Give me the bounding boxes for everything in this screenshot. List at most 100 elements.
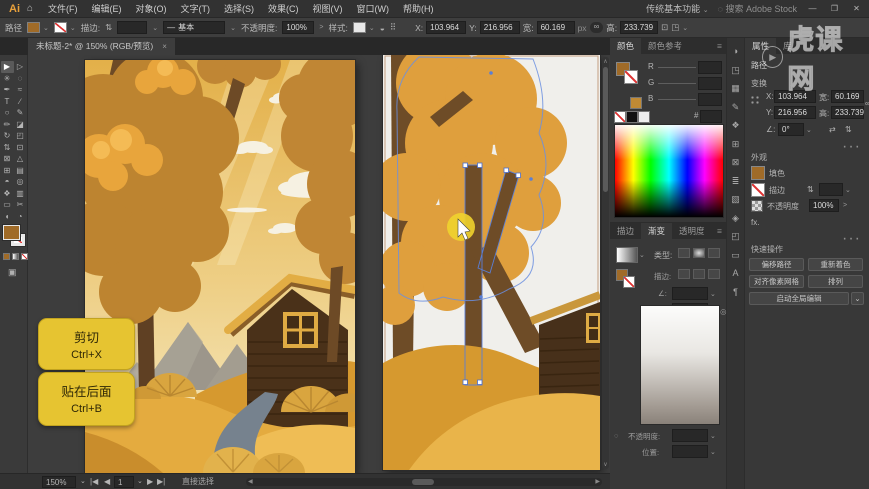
height-input[interactable]: 233.739 xyxy=(620,21,658,34)
tool-gradient[interactable]: ▤ xyxy=(14,165,27,177)
document-tab[interactable]: 未标题-2* @ 150% (RGB/预览) × xyxy=(28,38,175,55)
tab-color[interactable]: 颜色 xyxy=(610,38,641,54)
appearance-stroke-swatch[interactable] xyxy=(751,183,765,197)
character-panel-icon[interactable]: A xyxy=(732,268,738,278)
align-panel-icon[interactable]: ≣ xyxy=(732,176,740,186)
arrange-button[interactable]: 排列 xyxy=(808,275,863,288)
angle-input[interactable] xyxy=(672,287,708,300)
prev-artboard-icon[interactable]: ◀ xyxy=(104,476,110,488)
tool-ellipse[interactable]: ○ xyxy=(1,107,14,119)
freeform-gradient-button[interactable] xyxy=(708,248,720,258)
workspace-switcher[interactable]: 传统基本功能 ⌄ xyxy=(646,2,708,15)
tool-lasso[interactable]: ◌ xyxy=(14,73,27,85)
tool-paintbrush[interactable]: ✎ xyxy=(14,107,27,119)
transform-options-icon[interactable]: ⊡ xyxy=(661,22,668,33)
fx-button[interactable]: fx. xyxy=(751,218,759,227)
tool-scale[interactable]: ◰ xyxy=(14,130,27,142)
radial-gradient-button[interactable] xyxy=(693,248,705,258)
tool-rotate[interactable]: ↻ xyxy=(1,130,14,142)
artboard-dropdown-icon[interactable]: ⌄ xyxy=(137,476,143,488)
slider-r[interactable] xyxy=(658,67,696,68)
tool-pen[interactable]: ✒ xyxy=(1,84,14,96)
panel-menu-icon[interactable]: ≡ xyxy=(717,38,726,54)
eyedropper-icon[interactable]: ◌ xyxy=(614,431,618,440)
tool-width[interactable]: ⇅ xyxy=(1,142,14,154)
prop-opacity-label[interactable]: 不透明度 xyxy=(767,201,799,212)
tool-perspective-grid[interactable]: △ xyxy=(14,153,27,165)
prop-w-input[interactable]: 60.169 xyxy=(831,90,864,103)
asset-export-panel-icon[interactable]: ◰ xyxy=(731,231,740,241)
brush-definition-dropdown[interactable]: — 基本 xyxy=(163,21,225,34)
menu-view[interactable]: 视图(V) xyxy=(306,2,350,15)
artboards-panel-icon[interactable]: ▭ xyxy=(731,250,740,260)
stroke-stepper-icon[interactable]: ⇅ xyxy=(807,185,814,194)
fill-type-gradient[interactable] xyxy=(12,253,19,260)
recolor-button[interactable]: 重新着色 xyxy=(808,258,863,271)
flip-horizontal-icon[interactable]: ⇄ xyxy=(829,125,836,134)
transform-panel-icon[interactable]: ⊞ xyxy=(732,139,740,149)
prop-angle-input[interactable]: 0° xyxy=(778,123,804,136)
color-spectrum[interactable] xyxy=(614,124,724,218)
tool-column-graph[interactable]: ▥ xyxy=(14,188,27,200)
tab-properties[interactable]: 属性 xyxy=(745,38,776,54)
appearance-fill-swatch[interactable] xyxy=(751,166,765,180)
paragraph-panel-icon[interactable]: ¶ xyxy=(733,287,738,297)
tool-curvature[interactable]: ≈ xyxy=(14,84,27,96)
control-grid-icon[interactable]: ⠿ xyxy=(390,22,396,33)
global-edit-button[interactable]: 启动全局编辑 xyxy=(749,292,849,305)
menu-select[interactable]: 选择(S) xyxy=(217,2,261,15)
opacity-input[interactable]: 100% xyxy=(282,21,314,34)
x-input[interactable]: 103.964 xyxy=(426,21,466,34)
style-dropdown[interactable]: ⌄ xyxy=(353,22,375,33)
restore-button[interactable]: ❐ xyxy=(828,4,841,13)
tool-zoom[interactable]: ◔ xyxy=(14,211,27,223)
scroll-down-icon[interactable]: ∨ xyxy=(602,461,609,468)
none-swatch[interactable] xyxy=(614,111,626,123)
opacity-options-icon[interactable]: > xyxy=(319,24,323,31)
symbols-panel-icon[interactable]: ❖ xyxy=(731,120,739,130)
artboard-number[interactable]: 1 xyxy=(114,476,134,488)
white-swatch[interactable] xyxy=(638,111,650,123)
tab-color-guide[interactable]: 颜色参考 xyxy=(641,38,689,54)
vertical-scrollbar[interactable]: ∧ ∨ xyxy=(602,57,609,469)
gradient-slider-preview[interactable] xyxy=(640,305,720,425)
stroke-across-button[interactable] xyxy=(708,269,720,279)
tool-symbol-sprayer[interactable]: ❖ xyxy=(1,188,14,200)
scroll-right-icon[interactable]: ▶ xyxy=(595,478,600,486)
prop-y-input[interactable]: 216.956 xyxy=(774,106,816,119)
tool-direct-selection[interactable]: ▷ xyxy=(14,61,27,73)
link-icon[interactable]: ∞ xyxy=(865,99,869,108)
image-trace-panel-icon[interactable]: ▧ xyxy=(731,194,740,204)
reference-point-selector[interactable] xyxy=(749,94,761,106)
menu-window[interactable]: 窗口(W) xyxy=(350,2,397,15)
value-r[interactable] xyxy=(698,61,722,74)
menu-type[interactable]: 文字(T) xyxy=(174,2,218,15)
offset-path-button[interactable]: 偏移路径 xyxy=(749,258,804,271)
opacity-options-icon[interactable]: > xyxy=(843,202,847,209)
menu-edit[interactable]: 编辑(E) xyxy=(85,2,129,15)
zoom-dropdown-icon[interactable]: ⌄ xyxy=(80,476,86,488)
layers-panel-icon[interactable]: ◈ xyxy=(732,213,739,223)
last-artboard-icon[interactable]: ▶| xyxy=(157,476,165,488)
zoom-level[interactable]: 150% xyxy=(42,476,76,488)
vertical-scroll-thumb[interactable] xyxy=(603,67,608,192)
panel-menu-icon[interactable]: ≡ xyxy=(717,223,726,239)
menu-object[interactable]: 对象(O) xyxy=(129,2,174,15)
fill-type-color[interactable] xyxy=(3,253,10,260)
color-panel-icon[interactable]: ◑ xyxy=(733,46,738,56)
value-g[interactable] xyxy=(698,77,722,90)
more-options-icon[interactable]: ··· xyxy=(842,230,861,248)
stock-search[interactable]: ◌ 搜索 Adobe Stock xyxy=(718,2,797,15)
close-button[interactable]: ✕ xyxy=(850,4,863,13)
tool-eraser[interactable]: ◪ xyxy=(14,119,27,131)
tool-pencil[interactable]: ✏ xyxy=(1,119,14,131)
align-options-icon[interactable]: ◳ xyxy=(671,22,679,33)
horizontal-scrollbar[interactable]: ◀ ▶ xyxy=(246,478,602,486)
minimize-button[interactable]: — xyxy=(806,4,819,13)
tool-magic-wand[interactable]: ✳ xyxy=(1,73,14,85)
stroke-within-button[interactable] xyxy=(678,269,690,279)
tool-free-transform[interactable]: ⊡ xyxy=(14,142,27,154)
brushes-panel-icon[interactable]: ✎ xyxy=(732,102,740,112)
stroke-weight-input[interactable] xyxy=(117,21,147,34)
tool-selection[interactable]: ▶ xyxy=(1,61,14,73)
